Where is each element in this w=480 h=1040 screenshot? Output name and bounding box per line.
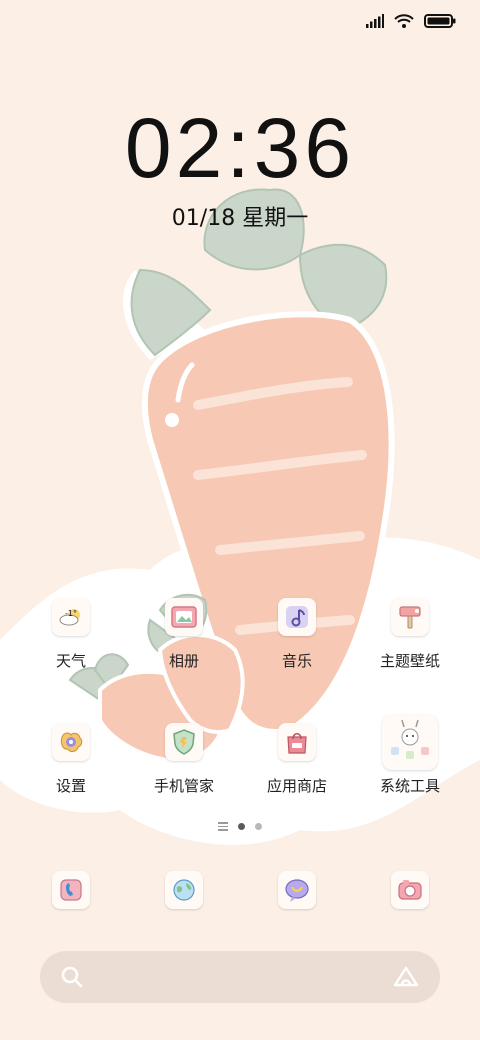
status-bar [366,10,456,32]
wifi-icon [394,14,414,28]
tools-folder-icon [382,714,438,770]
app-security[interactable]: 手机管家 [129,723,239,796]
settings-icon [52,723,90,761]
gallery-icon [165,598,203,636]
app-label: 主题壁纸 [379,652,440,670]
app-label: 天气 [55,652,86,670]
themes-icon [391,598,429,636]
clock-date[interactable]: 01/18 星期一 [0,200,480,232]
app-store-icon [278,723,316,761]
app-label: 系统工具 [379,777,440,795]
page-indicator[interactable] [0,822,480,831]
assistant-icon[interactable] [392,965,420,989]
camera-icon [391,871,429,909]
music-icon [278,598,316,636]
clock-time[interactable]: 02:36 [0,100,480,197]
app-settings[interactable]: 设置 [16,723,126,796]
dock-messages[interactable] [242,871,352,909]
messages-icon [278,871,316,909]
app-label: 设置 [55,777,86,795]
browser-icon [165,871,203,909]
weather-icon: -1° [52,598,90,636]
phone-icon [52,871,90,909]
app-tools-folder[interactable]: 系统工具 [355,714,465,796]
dock-browser[interactable] [129,871,239,909]
signal-icon [366,14,384,28]
app-list-icon[interactable] [218,822,228,831]
search-bar[interactable] [40,951,440,1003]
app-weather[interactable]: -1° 天气 [16,598,126,671]
weather-temp: -1° [65,609,77,618]
app-store[interactable]: 应用商店 [242,723,352,796]
page-dot[interactable] [255,822,262,830]
app-label: 手机管家 [153,777,214,795]
page-dot-active[interactable] [238,822,245,830]
battery-icon [424,14,456,28]
app-gallery[interactable]: 相册 [129,598,239,671]
app-label: 音乐 [281,652,312,670]
dock-phone[interactable] [16,871,126,909]
app-label: 相册 [168,652,199,670]
search-icon[interactable] [60,965,84,989]
app-themes[interactable]: 主题壁纸 [355,598,465,671]
app-music[interactable]: 音乐 [242,598,352,671]
security-icon [165,723,203,761]
dock-camera[interactable] [355,871,465,909]
app-label: 应用商店 [266,777,327,795]
